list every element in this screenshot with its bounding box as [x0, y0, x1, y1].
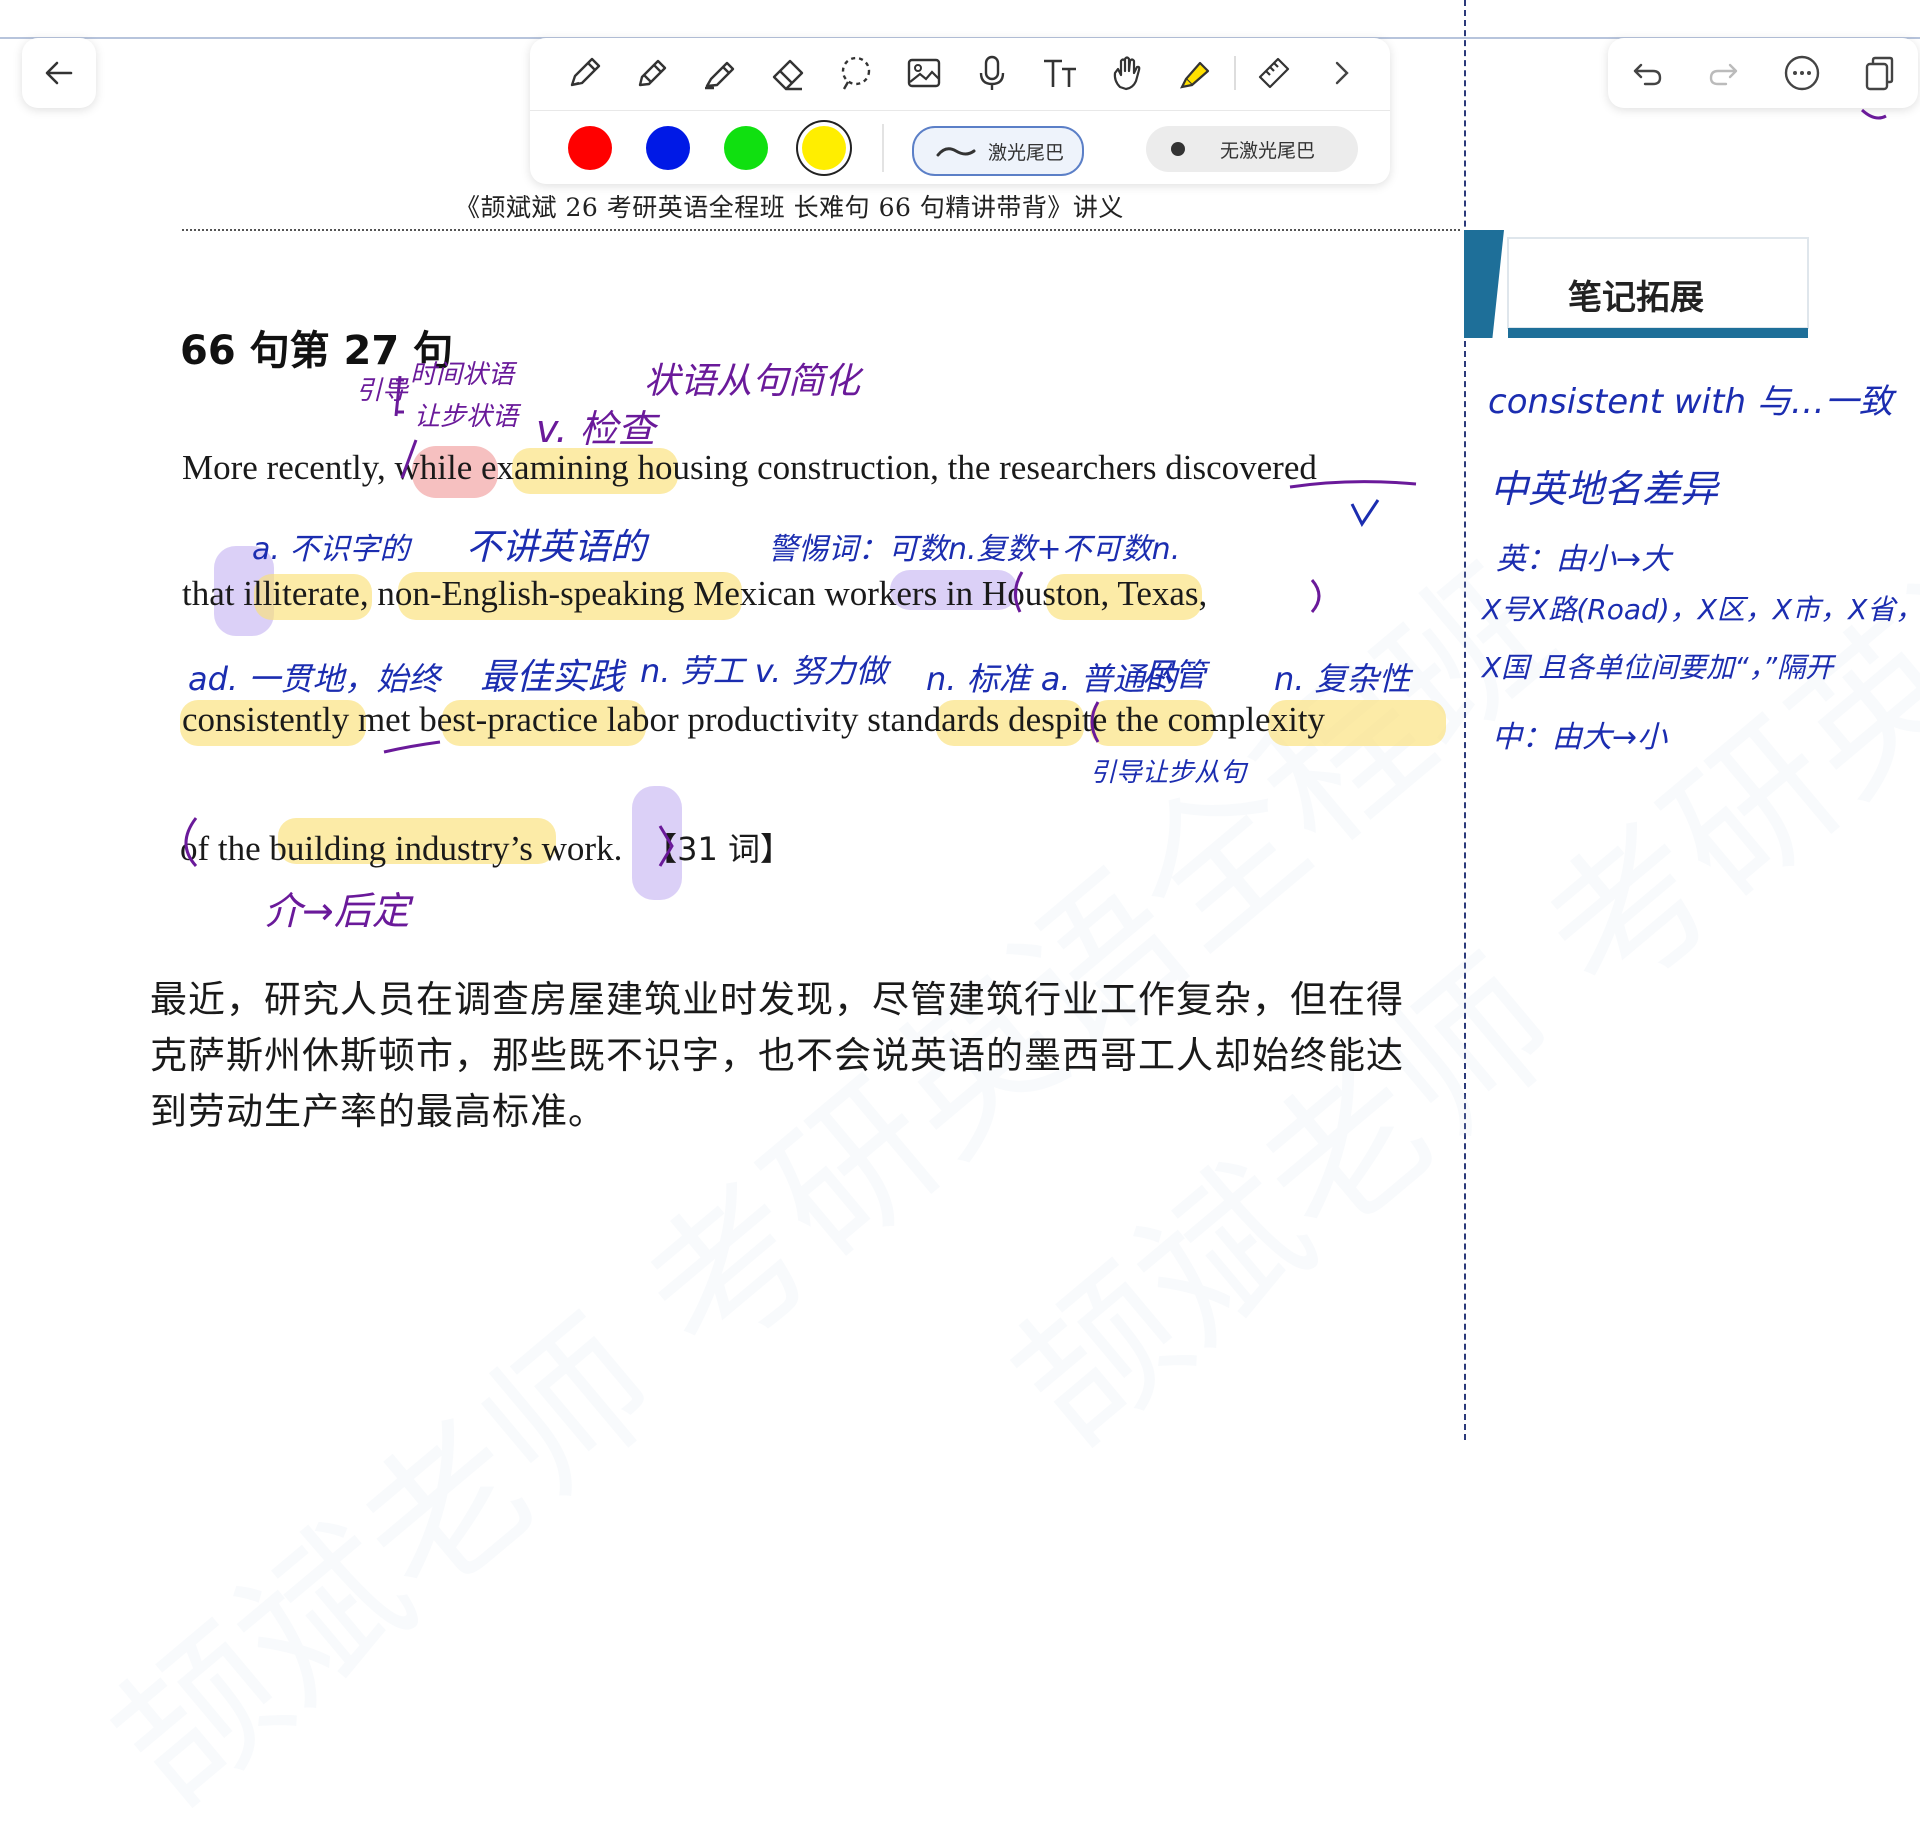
annotation: n. 标准 a. 普通的 [926, 660, 1177, 698]
lasso-icon[interactable] [822, 38, 890, 108]
marker-icon[interactable] [686, 38, 754, 108]
chinese-translation: 最近，研究人员在调查房屋建筑业时发现，尽管建筑行业工作复杂，但在得克萨斯州休斯顿… [150, 978, 1404, 1133]
trail-wave-icon [936, 141, 976, 161]
toolbar-separator [1234, 56, 1236, 90]
back-button[interactable] [22, 38, 96, 108]
hand-icon[interactable] [1094, 38, 1162, 108]
redo-icon[interactable] [1704, 53, 1744, 93]
color-red[interactable] [568, 126, 612, 170]
page-divider [1464, 0, 1466, 1440]
ruler-icon[interactable] [1240, 38, 1308, 108]
sentence-text: More recently, [182, 448, 395, 487]
title-divider [182, 229, 1460, 231]
sidebar-note: 中英地名差异 [1490, 467, 1719, 511]
annotation: 警惕词：可数n.复数+不可数n. [768, 532, 1181, 567]
toolbar-divider [530, 110, 1390, 111]
no-laser-trail-label: 无激光尾巴 [1220, 139, 1316, 162]
document-title: 《颉斌斌 26 考研英语全程班 长难句 66 句精讲带背》讲义 [455, 193, 1124, 222]
eraser-icon[interactable] [754, 38, 822, 108]
color-yellow[interactable] [802, 126, 846, 170]
annotation: v. 检查 [536, 407, 656, 451]
sentence-line-3: consistently met best-practice labor pro… [182, 700, 1326, 739]
sentence-line-2: that illiterate, non-English-speaking Me… [182, 574, 1208, 613]
word-count: 【31 词】 [645, 830, 792, 868]
annotation: 不讲英语的 [466, 527, 647, 568]
drawing-toolbar: 激光尾巴 无激光尾巴 [530, 38, 1390, 184]
highlighter-icon[interactable] [1162, 38, 1230, 108]
undo-icon[interactable] [1627, 53, 1667, 93]
sidebar-note: 英：由小→大 [1496, 542, 1672, 577]
annotation: a. 不识字的 [252, 532, 410, 567]
sentence-line-1: More recently, while examining housing c… [182, 448, 1317, 488]
annotation: 状语从句简化 [644, 361, 861, 402]
laser-trail-button[interactable]: 激光尾巴 [912, 126, 1084, 176]
color-blue[interactable] [646, 126, 690, 170]
color-green[interactable] [724, 126, 768, 170]
no-laser-trail-button[interactable]: 无激光尾巴 [1146, 126, 1358, 172]
annotation: ad. 一贯地，始终 [188, 660, 441, 698]
sidebar-title: 笔记拓展 [1568, 278, 1704, 318]
sentence-text: examining housing construction, the rese… [472, 448, 1317, 487]
annotation: 引导让步从句 [1090, 758, 1247, 788]
pencil-icon[interactable] [618, 38, 686, 108]
sidebar-note: 中：由大→小 [1492, 720, 1668, 755]
chevron-right-icon[interactable] [1308, 38, 1376, 108]
palette-separator [882, 124, 884, 172]
annotation: 尽管 [1142, 656, 1207, 694]
annotation: n. 复杂性 [1274, 660, 1411, 698]
watermark: 颉斌老师 考研英语全程班 [980, 172, 1920, 1480]
arrow-left-icon [45, 61, 73, 85]
sentence-text: while [394, 448, 473, 487]
pages-icon[interactable] [1859, 53, 1899, 93]
annotation: 让步状语 [414, 402, 519, 432]
annotation: 介→后定 [264, 889, 410, 933]
right-toolbar [1608, 38, 1918, 108]
sidebar-note: X号X路(Road)，X区，X市，X省， [1482, 593, 1920, 626]
sentence-text: of the building industry’s work. [180, 829, 623, 868]
annotation: 时间状语 [410, 360, 515, 390]
annotation: n. 劳工 v. 努力做 [640, 652, 888, 690]
sentence-line-4: of the building industry’s work. 【31 词】 [180, 824, 792, 870]
sidebar-note: consistent with 与…一致 [1488, 382, 1893, 422]
color-palette: 激光尾巴 无激光尾巴 [530, 112, 1390, 184]
text-icon[interactable] [1026, 38, 1094, 108]
laser-trail-label: 激光尾巴 [988, 141, 1065, 164]
microphone-icon[interactable] [958, 38, 1026, 108]
dot-icon [1168, 139, 1208, 159]
more-icon[interactable] [1782, 53, 1822, 93]
annotation: 引导 [356, 376, 409, 406]
image-icon[interactable] [890, 38, 958, 108]
sidebar-note: X国 且各单位间要加“，”隔开 [1482, 651, 1834, 684]
pen-icon[interactable] [550, 38, 618, 108]
annotation: 最佳实践 [480, 657, 625, 698]
